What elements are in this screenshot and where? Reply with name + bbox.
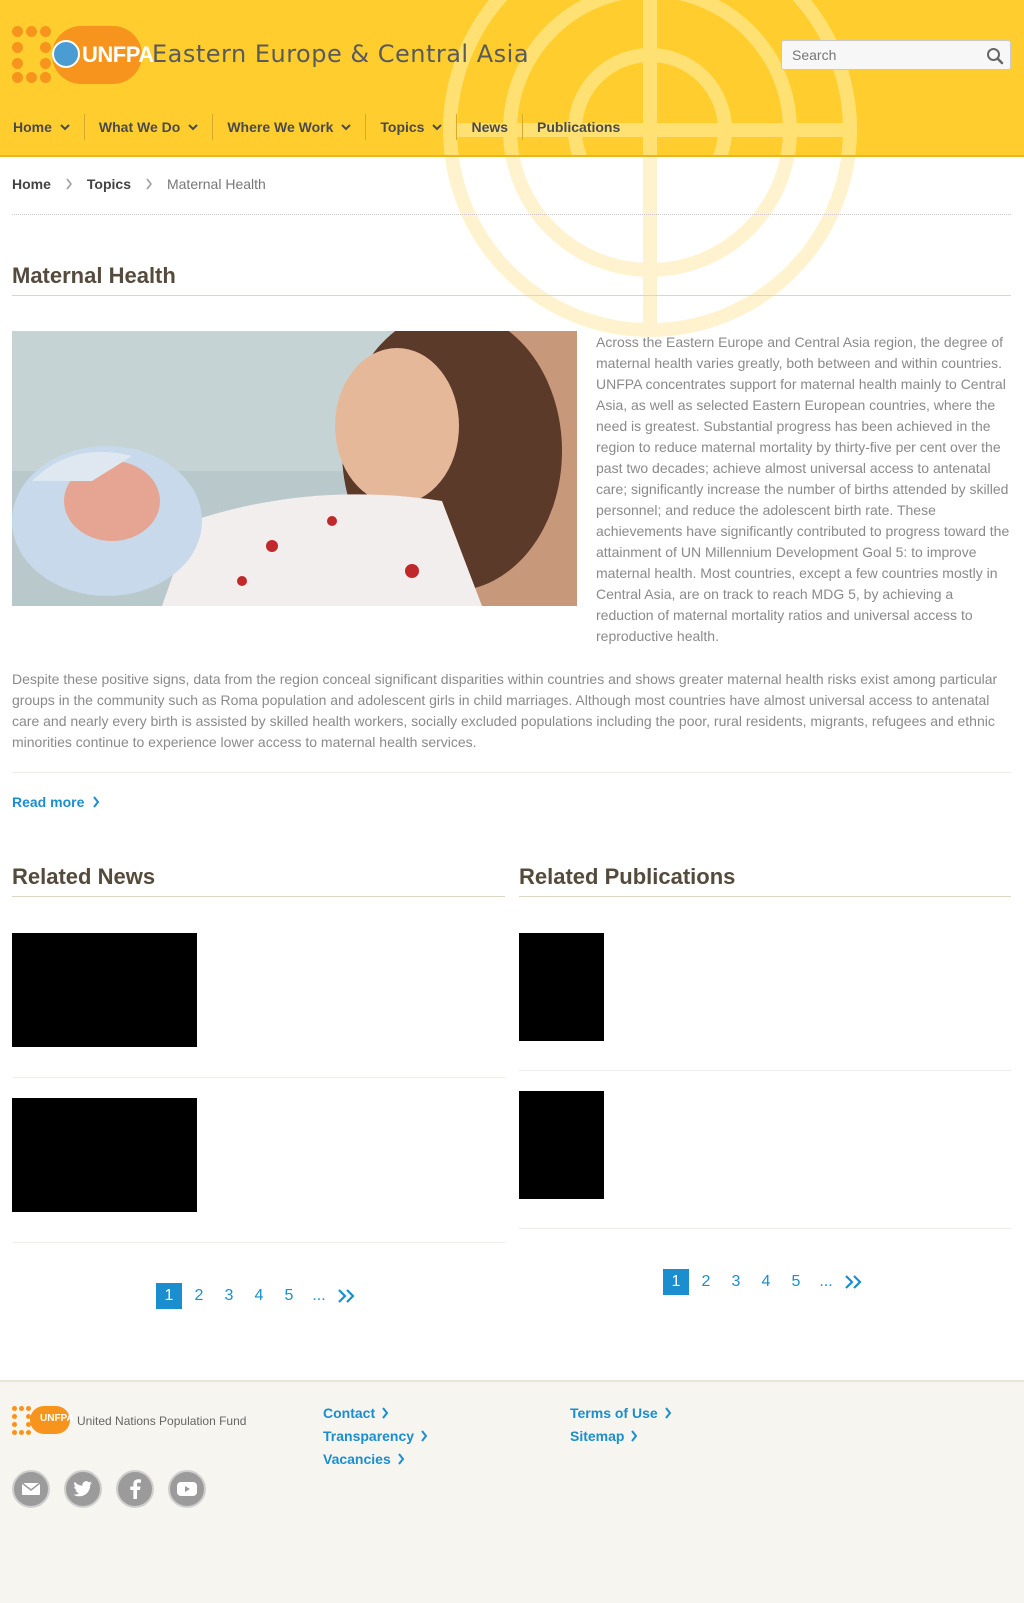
- un-emblem-watermark-lower: [444, 157, 856, 337]
- footer-link-vacancies[interactable]: Vacancies: [323, 1450, 428, 1468]
- chevron-right-icon: [66, 178, 72, 190]
- double-chevron-right-icon[interactable]: [843, 1274, 865, 1290]
- nav-item-where-we-work[interactable]: Where We Work: [213, 110, 365, 144]
- footer-links-col2: Terms of Use Sitemap: [570, 1404, 672, 1445]
- body-paragraph: Despite these positive signs, data from …: [12, 671, 998, 750]
- footer-link-label: Sitemap: [570, 1428, 625, 1444]
- nav-label: Home: [13, 119, 52, 135]
- logo-text: UNFPA: [82, 42, 154, 67]
- logo-dots: [12, 26, 51, 84]
- publications-pagination: 1 2 3 4 5 ...: [663, 1269, 865, 1295]
- un-emblem-icon: [52, 40, 80, 68]
- footer-link-label: Contact: [323, 1405, 376, 1421]
- email-icon[interactable]: [12, 1470, 50, 1508]
- nav-item-publications[interactable]: Publications: [523, 110, 634, 144]
- read-more-label: Read more: [12, 794, 85, 810]
- footer-links-col1: Contact Transparency Vacancies: [323, 1404, 428, 1468]
- search-icon[interactable]: [986, 47, 1004, 65]
- footer-link-terms[interactable]: Terms of Use: [570, 1404, 672, 1422]
- breadcrumb-current: Maternal Health: [166, 176, 266, 192]
- footer-link-label: Vacancies: [323, 1451, 391, 1467]
- breadcrumb-home[interactable]: Home: [12, 176, 51, 192]
- chevron-down-icon: [432, 124, 443, 131]
- site-header: UNFPA Eastern Europe & Central Asia Home…: [0, 0, 1024, 157]
- nav-label: What We Do: [98, 119, 181, 135]
- nav-item-news[interactable]: News: [457, 110, 522, 144]
- chevron-right-icon: [146, 178, 152, 190]
- chevron-down-icon: [60, 124, 70, 131]
- facebook-icon[interactable]: [116, 1470, 154, 1508]
- read-more-link[interactable]: Read more: [12, 794, 100, 810]
- pagination-ellipsis: ...: [819, 1273, 833, 1290]
- chevron-right-icon: [397, 1453, 405, 1465]
- publication-thumbnail[interactable]: [519, 1091, 604, 1199]
- site-footer: UNFPA United Nations Population Fund Con…: [0, 1380, 1024, 1603]
- nav-label: Topics: [380, 119, 425, 135]
- footer-logo-text: UNFPA: [40, 1413, 74, 1424]
- footer-org-name: United Nations Population Fund: [77, 1414, 247, 1428]
- related-news-divider: [12, 896, 505, 897]
- hero-image: [12, 331, 577, 606]
- related-news-title: Related News: [12, 864, 156, 889]
- content-divider: [12, 772, 1011, 773]
- nav-item-topics[interactable]: Topics: [366, 110, 456, 144]
- page-1[interactable]: 1: [156, 1283, 182, 1309]
- nav-label: News: [471, 119, 509, 135]
- footer-link-transparency[interactable]: Transparency: [323, 1427, 428, 1445]
- pagination-ellipsis: ...: [312, 1287, 326, 1304]
- breadcrumb-divider: [12, 214, 1011, 215]
- chevron-right-icon: [631, 1430, 638, 1442]
- related-publications-divider: [519, 896, 1011, 897]
- page-2[interactable]: 2: [186, 1283, 212, 1309]
- nav-label: Publications: [537, 119, 621, 135]
- footer-link-label: Transparency: [323, 1428, 415, 1444]
- twitter-icon[interactable]: [64, 1470, 102, 1508]
- main-nav: Home What We Do Where We Work Topics New…: [0, 110, 634, 144]
- search-input[interactable]: [782, 41, 972, 69]
- site-title[interactable]: Eastern Europe & Central Asia: [152, 40, 529, 68]
- list-divider: [519, 1228, 1011, 1229]
- mother-and-newborn-photo: [12, 331, 577, 606]
- chevron-right-icon: [421, 1430, 428, 1442]
- youtube-icon[interactable]: [168, 1470, 206, 1508]
- chevron-right-icon: [382, 1407, 389, 1419]
- title-divider: [12, 295, 1011, 296]
- chevron-down-icon: [188, 124, 199, 131]
- news-pagination: 1 2 3 4 5 ...: [156, 1283, 358, 1309]
- intro-paragraph: Across the Eastern Europe and Central As…: [596, 334, 1010, 644]
- footer-link-sitemap[interactable]: Sitemap: [570, 1427, 672, 1445]
- page-1[interactable]: 1: [663, 1269, 689, 1295]
- page-5[interactable]: 5: [783, 1269, 809, 1295]
- footer-link-contact[interactable]: Contact: [323, 1404, 428, 1422]
- news-thumbnail[interactable]: [12, 1098, 197, 1212]
- page-2[interactable]: 2: [693, 1269, 719, 1295]
- footer-logo-dots: [12, 1406, 32, 1436]
- page-title: Maternal Health: [12, 263, 176, 288]
- breadcrumb: Home Topics Maternal Health: [12, 176, 266, 192]
- publication-thumbnail[interactable]: [519, 933, 604, 1041]
- list-divider: [519, 1070, 1011, 1071]
- search-box: [781, 40, 1011, 70]
- list-divider: [12, 1242, 505, 1243]
- page-4[interactable]: 4: [246, 1283, 272, 1309]
- chevron-right-icon: [93, 796, 100, 808]
- chevron-right-icon: [664, 1407, 671, 1419]
- double-chevron-right-icon[interactable]: [336, 1288, 358, 1304]
- nav-label: Where We Work: [227, 119, 334, 135]
- page-4[interactable]: 4: [753, 1269, 779, 1295]
- list-divider: [12, 1077, 505, 1078]
- chevron-down-icon: [341, 124, 352, 131]
- page-5[interactable]: 5: [276, 1283, 302, 1309]
- footer-link-label: Terms of Use: [570, 1405, 658, 1421]
- breadcrumb-topics[interactable]: Topics: [87, 176, 131, 192]
- news-thumbnail[interactable]: [12, 933, 197, 1047]
- nav-item-what-we-do[interactable]: What We Do: [85, 110, 212, 144]
- social-links: [12, 1470, 206, 1508]
- page-3[interactable]: 3: [723, 1269, 749, 1295]
- nav-item-home[interactable]: Home: [0, 110, 84, 144]
- related-publications-title: Related Publications: [519, 864, 736, 889]
- page-3[interactable]: 3: [216, 1283, 242, 1309]
